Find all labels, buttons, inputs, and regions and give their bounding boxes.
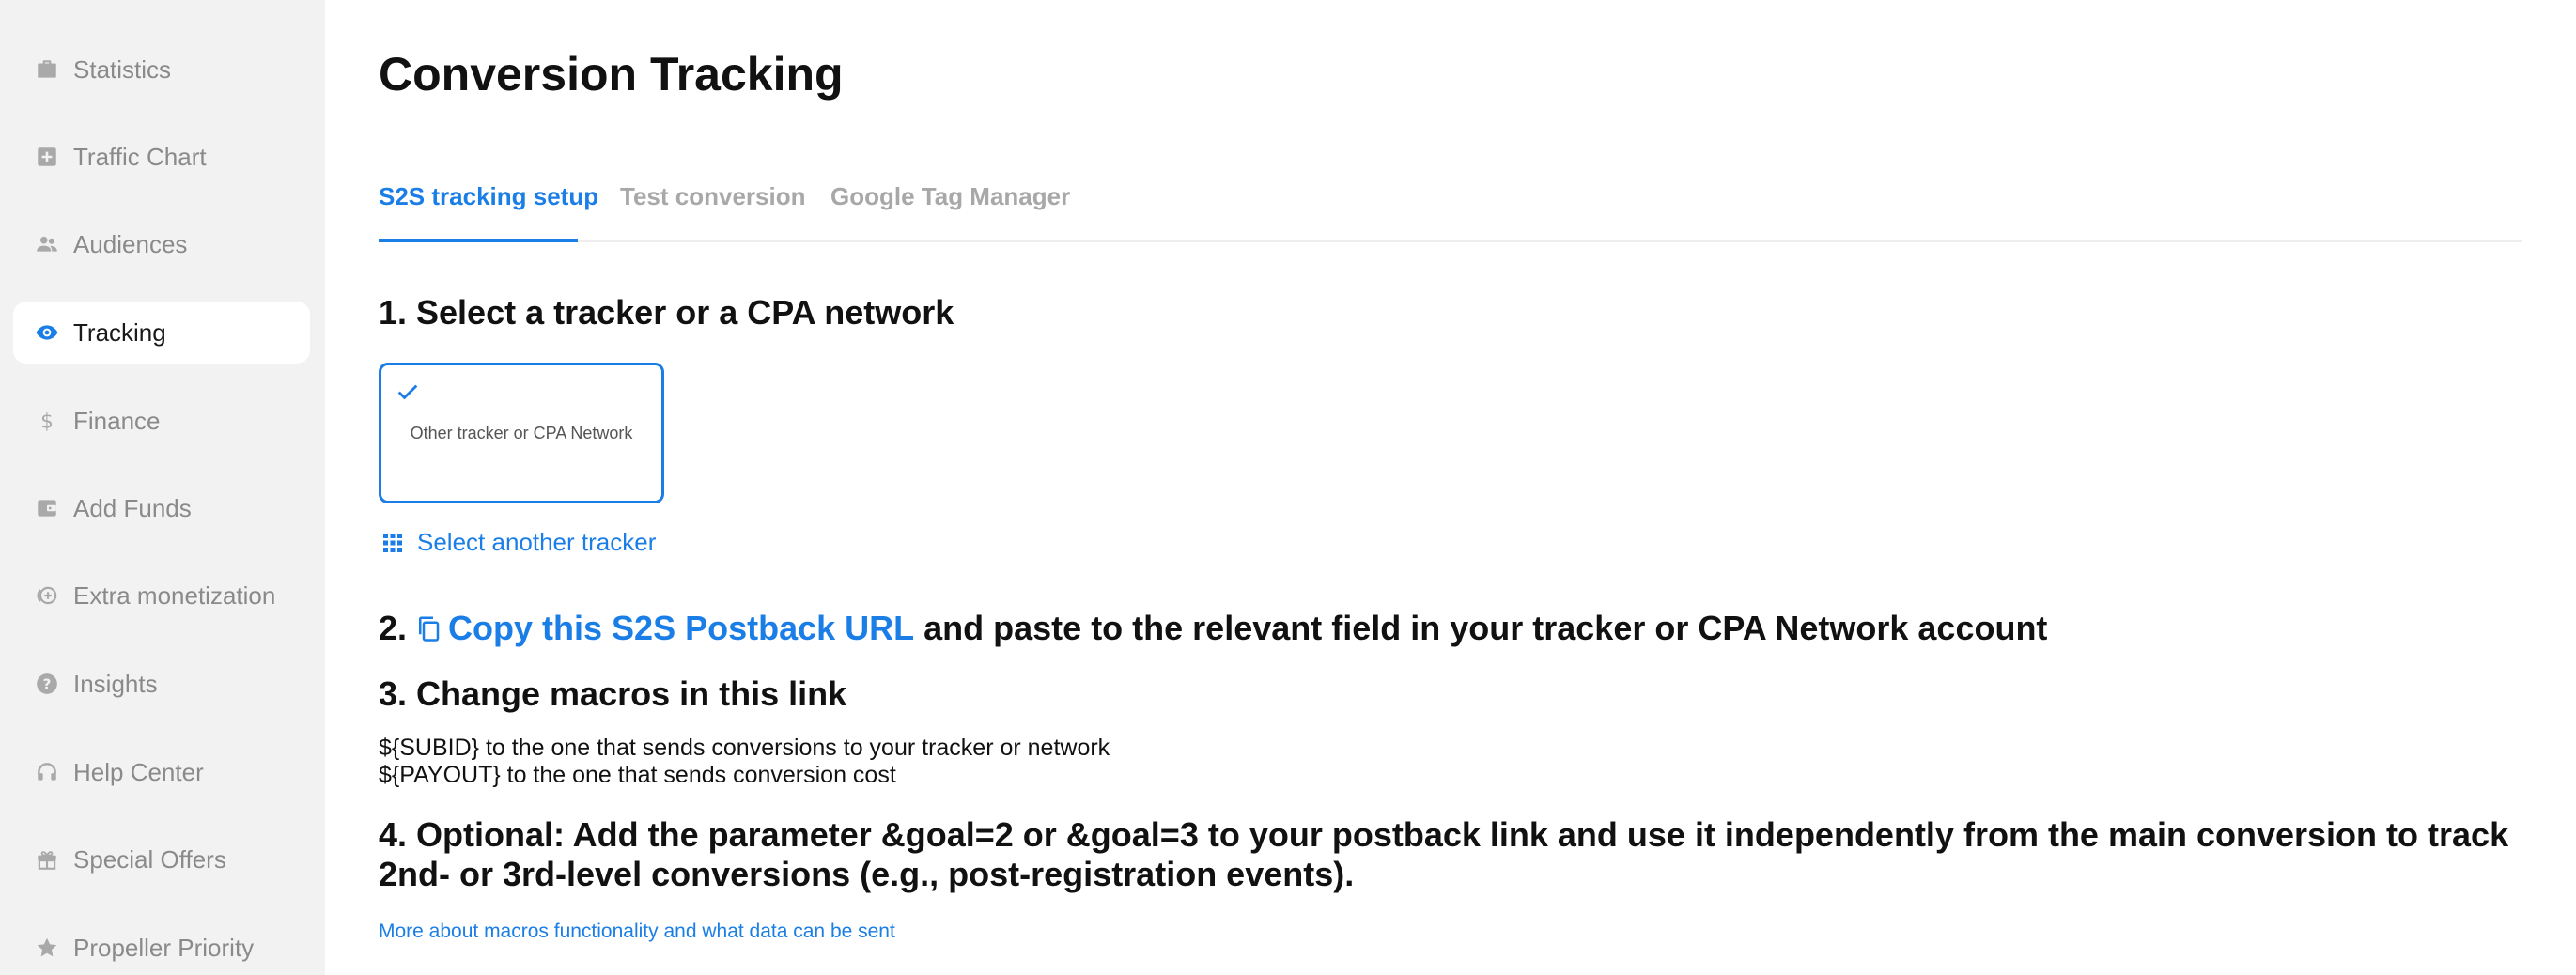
headset-icon xyxy=(13,741,73,803)
svg-text:?: ? xyxy=(43,675,52,692)
star-icon xyxy=(13,917,73,975)
copy-icon xyxy=(419,616,440,642)
tracker-option-label: Other tracker or CPA Network xyxy=(410,424,633,442)
tab-google-tag-manager[interactable]: Google Tag Manager xyxy=(830,182,1070,211)
copy-postback-url-link[interactable]: Copy this S2S Postback URL xyxy=(414,609,914,648)
sidebar-item-label: Insights xyxy=(73,669,158,698)
tab-test-conversion[interactable]: Test conversion xyxy=(620,182,805,211)
tracker-option-card[interactable]: Other tracker or CPA Network xyxy=(379,363,664,503)
grid-icon xyxy=(383,533,402,552)
page-title: Conversion Tracking xyxy=(379,48,844,101)
wallet-icon xyxy=(13,477,73,539)
dollar-icon: $ xyxy=(13,390,73,452)
sidebar-item-tracking[interactable]: Tracking xyxy=(13,302,310,364)
sidebar-item-propeller-priority[interactable]: Propeller Priority xyxy=(13,917,310,975)
sidebar-item-label: Statistics xyxy=(73,54,172,84)
help-circle-icon: ? xyxy=(13,653,73,715)
sidebar-item-label: Tracking xyxy=(73,317,166,347)
coin-plus-icon xyxy=(13,565,73,627)
sidebar-item-label: Traffic Chart xyxy=(73,142,207,171)
step2-heading: 2. Copy this S2S Postback URL and paste … xyxy=(379,609,2047,648)
macro-subid-line: ${SUBID} to the one that sends conversio… xyxy=(379,735,1110,761)
step3-heading: 3. Change macros in this link xyxy=(379,674,847,713)
sidebar-item-label: Extra monetization xyxy=(73,580,276,610)
sidebar-item-statistics[interactable]: Statistics xyxy=(13,39,310,101)
svg-text:$: $ xyxy=(40,410,54,433)
step1-heading: 1. Select a tracker or a CPA network xyxy=(379,293,954,332)
step4-heading: 4. Optional: Add the parameter &goal=2 o… xyxy=(379,815,2509,893)
copy-postback-url-label: Copy this S2S Postback URL xyxy=(448,609,915,647)
sidebar-item-label: Special Offers xyxy=(73,844,226,874)
briefcase-icon xyxy=(13,39,73,101)
chart-plus-icon xyxy=(13,126,73,188)
active-tab-indicator xyxy=(379,239,578,242)
sidebar-item-add-funds[interactable]: Add Funds xyxy=(13,477,310,539)
sidebar-item-insights[interactable]: ? Insights xyxy=(13,653,310,715)
sidebar-item-label: Audiences xyxy=(73,229,188,258)
select-another-tracker-label: Select another tracker xyxy=(417,528,657,556)
sidebar-item-label: Finance xyxy=(73,406,161,435)
gift-icon xyxy=(13,828,73,890)
main-content: Conversion Tracking S2S tracking setup T… xyxy=(325,0,2576,975)
eye-icon xyxy=(13,302,73,364)
sidebar-item-label: Add Funds xyxy=(73,493,192,522)
sidebar-item-finance[interactable]: $ Finance xyxy=(13,390,310,452)
select-another-tracker-link[interactable]: Select another tracker xyxy=(381,528,656,557)
sidebar: Statistics Traffic Chart Audiences Track… xyxy=(0,0,325,975)
tab-s2s-tracking-setup[interactable]: S2S tracking setup xyxy=(379,182,598,211)
checkmark-icon xyxy=(397,384,418,400)
step2-prefix: 2. xyxy=(379,609,408,647)
sidebar-item-extra-monetization[interactable]: Extra monetization xyxy=(13,565,310,627)
sidebar-item-special-offers[interactable]: Special Offers xyxy=(13,828,310,890)
sidebar-item-audiences[interactable]: Audiences xyxy=(13,213,310,275)
macro-payout-line: ${PAYOUT} to the one that sends conversi… xyxy=(379,762,896,788)
step2-suffix: and paste to the relevant field in your … xyxy=(923,609,2048,647)
tab-bar: S2S tracking setup Test conversion Googl… xyxy=(379,169,2522,242)
more-about-macros-link[interactable]: More about macros functionality and what… xyxy=(379,921,895,943)
people-icon xyxy=(13,213,73,275)
sidebar-item-traffic-chart[interactable]: Traffic Chart xyxy=(13,126,310,188)
sidebar-item-help-center[interactable]: Help Center xyxy=(13,741,310,803)
sidebar-item-label: Propeller Priority xyxy=(73,933,255,962)
sidebar-item-label: Help Center xyxy=(73,757,204,786)
